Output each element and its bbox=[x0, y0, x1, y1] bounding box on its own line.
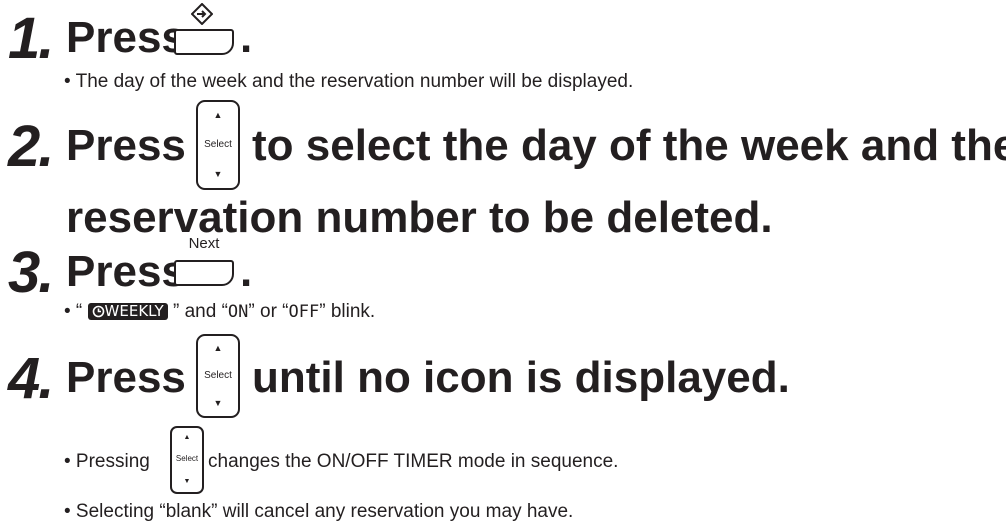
enter-button[interactable] bbox=[174, 29, 234, 55]
select-button-small[interactable]: ▲ Select ▼ bbox=[170, 426, 204, 494]
step-3-number: 3. bbox=[8, 240, 54, 305]
weekly-badge-text: WEEKLY bbox=[104, 302, 164, 320]
step-2-text: Press bbox=[66, 121, 186, 170]
clock-icon bbox=[92, 305, 104, 318]
note-open-quote: • “ bbox=[64, 301, 83, 322]
pressing-note-prefix: • Pressing bbox=[64, 451, 150, 472]
step-2-number: 2. bbox=[8, 114, 54, 179]
select-button-label: Select bbox=[204, 370, 232, 381]
select-button-label: Select bbox=[204, 139, 232, 150]
enter-diamond-icon bbox=[190, 2, 214, 26]
step-3-note: • “ WEEKLY ” and “ON” or “OFF” blink. bbox=[64, 302, 375, 321]
step-3-text: Press bbox=[66, 247, 186, 296]
select-button-label: Select bbox=[175, 454, 199, 463]
step-4-text: Press bbox=[66, 353, 186, 402]
blank-note: • Selecting “blank” will cancel any rese… bbox=[64, 501, 574, 522]
select-button[interactable]: ▲ Select ▼ bbox=[196, 334, 240, 418]
off-indicator: OFF bbox=[288, 302, 320, 322]
select-button[interactable]: ▲ Select ▼ bbox=[196, 100, 240, 190]
step-2-after: to select the day of the week and the bbox=[252, 121, 1006, 170]
step-1-period: . bbox=[240, 13, 253, 62]
note-or-quote: ” or “ bbox=[248, 301, 289, 322]
down-arrow-icon: ▼ bbox=[183, 478, 191, 485]
down-arrow-icon: ▼ bbox=[213, 398, 223, 408]
step-2-line2: reservation number to be deleted. bbox=[66, 193, 773, 242]
weekly-timer-badge: WEEKLY bbox=[87, 302, 168, 320]
step-1-number: 1. bbox=[8, 6, 54, 71]
step-1-text: Press bbox=[66, 13, 186, 62]
next-button[interactable] bbox=[174, 260, 234, 286]
pressing-note-suffix: changes the ON/OFF TIMER mode in sequenc… bbox=[208, 451, 619, 472]
step-1-note: • The day of the week and the reservatio… bbox=[64, 71, 634, 92]
up-arrow-icon: ▲ bbox=[183, 434, 191, 441]
step-4-number: 4. bbox=[8, 346, 54, 411]
on-indicator: ON bbox=[227, 302, 249, 322]
up-arrow-icon: ▲ bbox=[213, 343, 223, 353]
note-blink: ” blink. bbox=[319, 301, 376, 322]
step-4-after: until no icon is displayed. bbox=[252, 353, 790, 402]
note-and-quote: ” and “ bbox=[172, 301, 228, 322]
up-arrow-icon: ▲ bbox=[213, 110, 223, 120]
down-arrow-icon: ▼ bbox=[213, 169, 223, 179]
next-button-label: Next bbox=[188, 235, 220, 252]
step-3-period: . bbox=[240, 247, 253, 296]
